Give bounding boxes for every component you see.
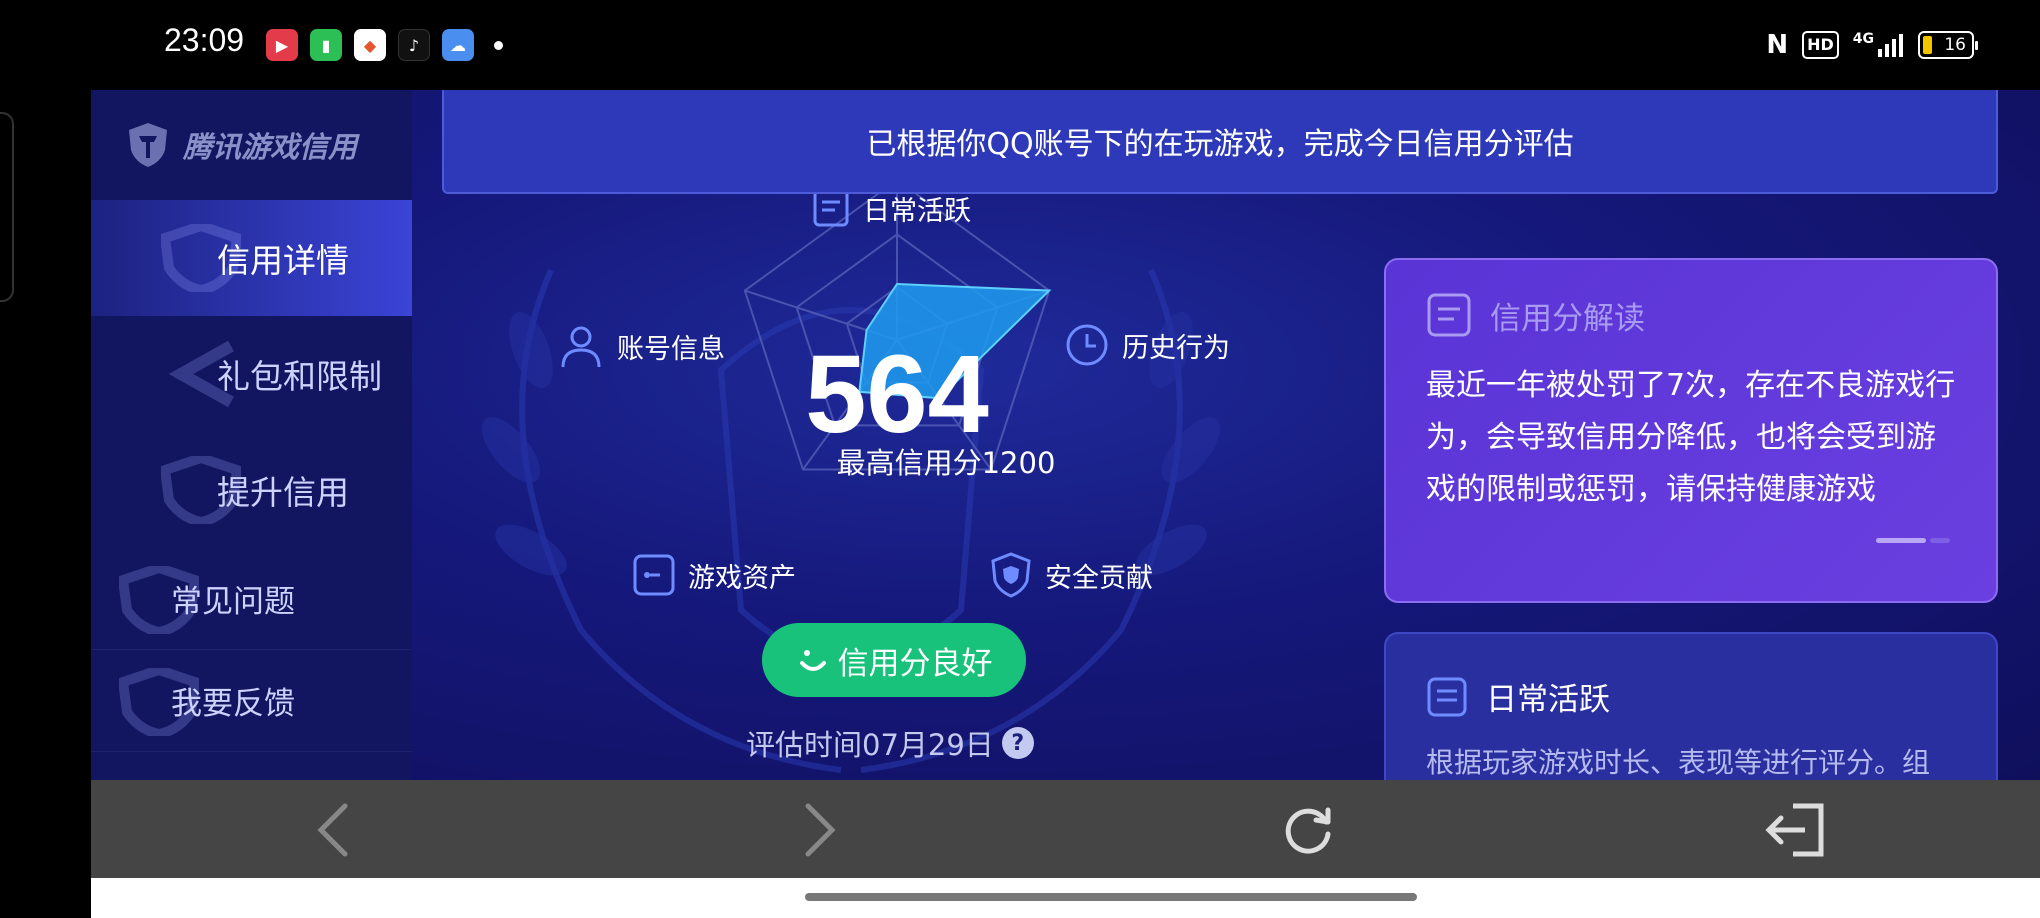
document-icon xyxy=(813,189,849,227)
back-button[interactable] xyxy=(301,798,365,862)
help-icon[interactable]: ? xyxy=(1001,727,1034,759)
battery-saver-app-icon: ▮ xyxy=(310,29,342,61)
app-content: 腾讯游戏信用 信用详情 礼包和限制 提升信用 常见问题 我要反馈 564 最高信… xyxy=(91,90,2040,780)
card-title: 日常活跃 xyxy=(1486,682,1610,718)
evaluation-time: 评估时间07月29日 ? xyxy=(746,722,1034,764)
credit-interpretation-card: 信用分解读 最近一年被处罚了7次，存在不良游戏行为，会导致信用分降低，也将会受到… xyxy=(1384,258,1998,603)
credit-status-button[interactable]: 信用分良好 xyxy=(762,623,1026,697)
network-label: 4G xyxy=(1852,31,1874,47)
daily-active-card[interactable]: 日常活跃 根据玩家游戏时长、表现等进行评分。组 xyxy=(1384,632,1998,780)
card-title: 信用分解读 xyxy=(1490,300,1645,337)
key-icon xyxy=(633,554,675,596)
back-icon xyxy=(317,803,348,857)
evaluation-time-text: 评估时间07月29日 xyxy=(746,728,994,762)
radar-label-account-info: 账号信息 xyxy=(557,322,725,370)
card-body: 根据玩家游戏时长、表现等进行评分。组 xyxy=(1426,746,1931,779)
radar-label-security: 安全贡献 xyxy=(989,551,1153,599)
exit-button[interactable] xyxy=(1763,798,1827,862)
document-icon xyxy=(1427,293,1471,337)
radar-label-game-assets: 游戏资产 xyxy=(632,553,796,597)
status-bar: 23:09 ▶ ▮ ◆ ♪ ☁ N HD 4G 16 xyxy=(0,0,2040,90)
forward-icon xyxy=(805,803,836,857)
home-indicator[interactable] xyxy=(805,893,1417,901)
nfc-icon: N xyxy=(1766,30,1789,60)
notification-icons: ▶ ▮ ◆ ♪ ☁ xyxy=(266,29,503,61)
shield-icon xyxy=(991,552,1031,598)
radar-label-history: 历史行为 xyxy=(1064,322,1230,368)
max-score-text: 最高信用分1200 xyxy=(836,446,1056,480)
status-time: 23:09 xyxy=(164,22,245,58)
clock-icon xyxy=(1066,324,1108,366)
radar-label-text: 游戏资产 xyxy=(688,562,796,594)
radar-label-text: 安全贡献 xyxy=(1045,562,1153,594)
credit-score: 564 xyxy=(805,333,989,456)
card-scroll-indicator xyxy=(1876,538,1950,543)
battery-icon: 16 xyxy=(1918,31,1978,59)
signal-icon: 4G xyxy=(1853,31,1904,59)
smile-icon xyxy=(799,650,826,671)
photo-app-icon: ◆ xyxy=(354,29,386,61)
gesture-nav-area xyxy=(91,878,2040,918)
edge-panel-handle[interactable] xyxy=(0,112,14,302)
battery-level: 16 xyxy=(1944,35,1966,55)
hd-badge: HD xyxy=(1802,31,1839,59)
tiktok-icon: ♪ xyxy=(398,29,430,61)
forward-button[interactable] xyxy=(788,798,852,862)
more-notifications-dot xyxy=(494,41,503,50)
person-icon xyxy=(561,326,601,368)
radar-label-text: 日常活跃 xyxy=(863,195,971,227)
radar-label-text: 账号信息 xyxy=(617,333,725,365)
browser-toolbar xyxy=(91,780,2040,878)
credit-status-label: 信用分良好 xyxy=(837,645,993,682)
weather-icon: ☁ xyxy=(442,29,474,61)
evaluation-banner: 已根据你QQ账号下的在玩游戏，完成今日信用分评估 xyxy=(442,90,1998,194)
card-body: 最近一年被处罚了7次，存在不良游戏行为，会导致信用分降低，也将会受到游戏的限制或… xyxy=(1426,368,1956,507)
refresh-button[interactable] xyxy=(1276,798,1340,862)
video-app-icon: ▶ xyxy=(266,29,298,61)
refresh-icon xyxy=(1285,807,1331,854)
status-right: N HD 4G 16 xyxy=(1766,30,1978,60)
radar-label-text: 历史行为 xyxy=(1122,332,1230,364)
document-icon xyxy=(1427,677,1467,716)
radar-label-daily-active: 日常活跃 xyxy=(811,188,971,228)
exit-icon xyxy=(1765,803,1824,857)
